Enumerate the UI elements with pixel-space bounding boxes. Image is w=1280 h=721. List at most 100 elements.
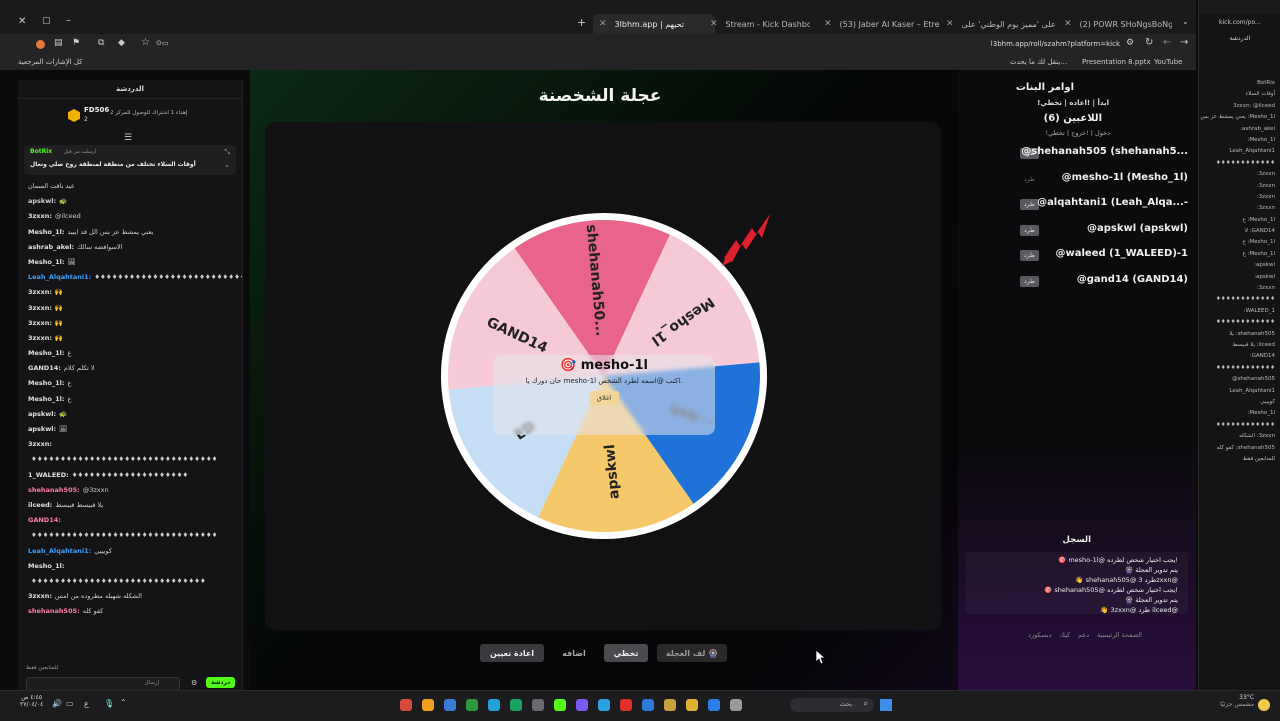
chat-username[interactable]: ilceed: [28, 501, 52, 509]
tab-list-chevron-icon[interactable]: ⌄ [1182, 17, 1189, 26]
chat-username[interactable]: apskwl: [28, 425, 56, 433]
footer-link[interactable]: الصفحة الرئيسية [1097, 631, 1142, 639]
mini-url[interactable]: kick.com/po... [1199, 14, 1280, 32]
tab-l3bhm[interactable]: ✕ ا3bhm.app | تحيهم [593, 14, 715, 34]
close-tab-icon[interactable]: ✕ [824, 19, 832, 29]
chat-username[interactable]: Leah_Alqahtani1: [28, 547, 91, 555]
chat-username[interactable]: 3zxxn: [28, 440, 52, 448]
xbox-icon[interactable] [466, 699, 478, 711]
kick-player-button[interactable]: طرد [1020, 224, 1039, 236]
lens-icon[interactable]: ⊙▭ [156, 39, 168, 47]
screenshot-icon[interactable]: ⧉ [98, 38, 104, 48]
bookmark-all[interactable]: كل الإشارات المرجعية [18, 58, 83, 66]
reset-button[interactable]: اعادة تعيين [480, 644, 544, 662]
file-explorer-icon[interactable] [686, 699, 698, 711]
chat-username[interactable]: 3zxxn: [28, 334, 52, 342]
speaker-icon[interactable]: 🔊 [52, 699, 62, 708]
chat-username[interactable]: 3zxxn: [28, 304, 52, 312]
expand-icon[interactable]: ☰ [124, 133, 132, 143]
chrome-icon[interactable] [422, 699, 434, 711]
footer-link[interactable]: كيك [1059, 631, 1070, 639]
tab-x-profile[interactable]: ✕ (2) POWR SHoNgsBoNg (@SH… [1064, 14, 1172, 34]
weather-widget[interactable]: 33°C مشمس جزئيًا [1210, 694, 1254, 708]
taskbar-search[interactable]: بحث ⌕ [790, 698, 874, 712]
chat-username[interactable]: Mesho_1l: [28, 395, 64, 403]
chat-username[interactable]: Mesho_1l: [28, 258, 64, 266]
maximize-icon[interactable]: ▢ [42, 16, 51, 26]
settings-app-icon[interactable] [444, 699, 456, 711]
chat-username[interactable]: GAND14: [28, 364, 61, 372]
bookmark-presentation[interactable]: Presentation 8.pptx [1082, 58, 1151, 66]
obs-icon[interactable] [532, 699, 544, 711]
settings-gear-icon[interactable]: ⚙ [191, 679, 197, 687]
mic-icon[interactable]: 🎙 [104, 699, 114, 708]
kick-player-button[interactable]: طرد [1020, 250, 1039, 261]
chat-username[interactable]: apskwl: [28, 410, 56, 418]
clock[interactable]: ٤:٤٥ ص ٢٧/٠٤/٠٤ [20, 694, 43, 708]
chat-input[interactable]: إرسال [26, 677, 180, 690]
chat-username[interactable]: ashrab_akel: [28, 243, 74, 251]
close-window-icon[interactable]: ✕ [18, 16, 26, 27]
start-icon[interactable] [880, 699, 892, 711]
footer-link[interactable]: دعم [1078, 631, 1089, 639]
chat-username[interactable]: 3zxxn: [28, 288, 52, 296]
profile-avatar-icon[interactable] [36, 40, 45, 49]
chat-username[interactable]: GAND14: [28, 516, 61, 524]
chat-username[interactable]: Mesho_1l: [28, 349, 64, 357]
kick-player-button[interactable]: طرد [1020, 199, 1039, 210]
back-icon[interactable]: → [1180, 37, 1188, 48]
bookmark-star-icon[interactable]: ☆ [141, 37, 150, 48]
kick-app-icon[interactable] [554, 699, 566, 711]
add-button[interactable]: اضافه [552, 644, 596, 662]
chat-username[interactable]: 1_WALEED: [28, 471, 69, 479]
chat-username[interactable]: shehanah505: [28, 486, 80, 494]
spin-button[interactable]: لف العجلة 🎡 [657, 644, 727, 662]
kick-player-button[interactable]: طرد [1020, 174, 1039, 185]
youtube-app-icon[interactable] [620, 699, 632, 711]
minimize-icon[interactable]: – [66, 15, 71, 26]
sidebar-icon[interactable]: ▤ [54, 38, 63, 48]
reload-icon[interactable]: ↻ [1145, 37, 1153, 48]
bookmark-x[interactable]: ينقل لك ما يحدث… [1010, 58, 1067, 66]
tab-youtube-video[interactable]: ✕ (53) Jaber Al Kaser – Etreb Ya ! [824, 14, 939, 34]
bookmark-youtube[interactable]: YouTube [1154, 58, 1182, 66]
telegram-icon[interactable] [598, 699, 610, 711]
close-tab-icon[interactable]: ✕ [710, 19, 718, 29]
diamond-icon[interactable]: ◆ [118, 38, 125, 48]
chat-username[interactable]: 3zxxn: [28, 212, 52, 220]
tab-kick-dashboard[interactable]: ✕ Stream - Kick Dashboard K [710, 14, 810, 34]
widgets-icon[interactable] [730, 699, 742, 711]
forward-icon[interactable]: ← [1163, 37, 1171, 48]
chat-username[interactable]: shehanah505: [28, 607, 80, 615]
popup-close-button[interactable]: اغلاق [588, 391, 620, 405]
close-tab-icon[interactable]: ✕ [1064, 19, 1072, 29]
footer-link[interactable]: ديسكورد [1028, 631, 1051, 639]
extensions-icon[interactable]: ⚑ [72, 38, 80, 48]
close-tab-icon[interactable]: ✕ [599, 19, 607, 29]
network-icon[interactable]: ▭ [66, 699, 74, 708]
chat-username[interactable]: apskwl: [28, 197, 56, 205]
close-tab-icon[interactable]: ✕ [946, 19, 954, 29]
chat-username[interactable]: Mesho_1l: [28, 228, 64, 236]
chat-username[interactable]: Leah_Alqahtani1: [28, 273, 91, 281]
chat-username[interactable]: 3zxxn: [28, 592, 52, 600]
url-field[interactable]: l3bhm.app/roll/szahm?platform=kick [960, 40, 1120, 48]
tab-tiktok[interactable]: ✕ انظر على 'مميز يوم الوطني' على… [946, 14, 1058, 34]
site-settings-icon[interactable]: ⚙ [1126, 38, 1134, 48]
photos-icon[interactable] [708, 699, 720, 711]
opera-icon[interactable] [400, 699, 412, 711]
collapse-pin-icon[interactable]: ⤡ [224, 148, 230, 157]
discord-icon[interactable] [576, 699, 588, 711]
kick-player-button[interactable]: طرد [1020, 275, 1039, 287]
chat-username[interactable]: Mesho_1l: [28, 379, 64, 387]
chat-username[interactable]: 3zxxn: [28, 319, 52, 327]
skip-button[interactable]: تخطي [604, 644, 648, 662]
new-tab-button[interactable]: + [577, 16, 586, 29]
language-icon[interactable]: ع [84, 699, 89, 708]
chevron-down-icon[interactable]: ⌄ [224, 161, 230, 169]
edge-icon[interactable] [488, 699, 500, 711]
folder-icon[interactable] [664, 699, 676, 711]
chrome-beta-icon[interactable] [510, 699, 522, 711]
send-chat-button[interactable]: دردشة [206, 677, 236, 688]
chat-username[interactable]: Mesho_1l: [28, 562, 64, 570]
